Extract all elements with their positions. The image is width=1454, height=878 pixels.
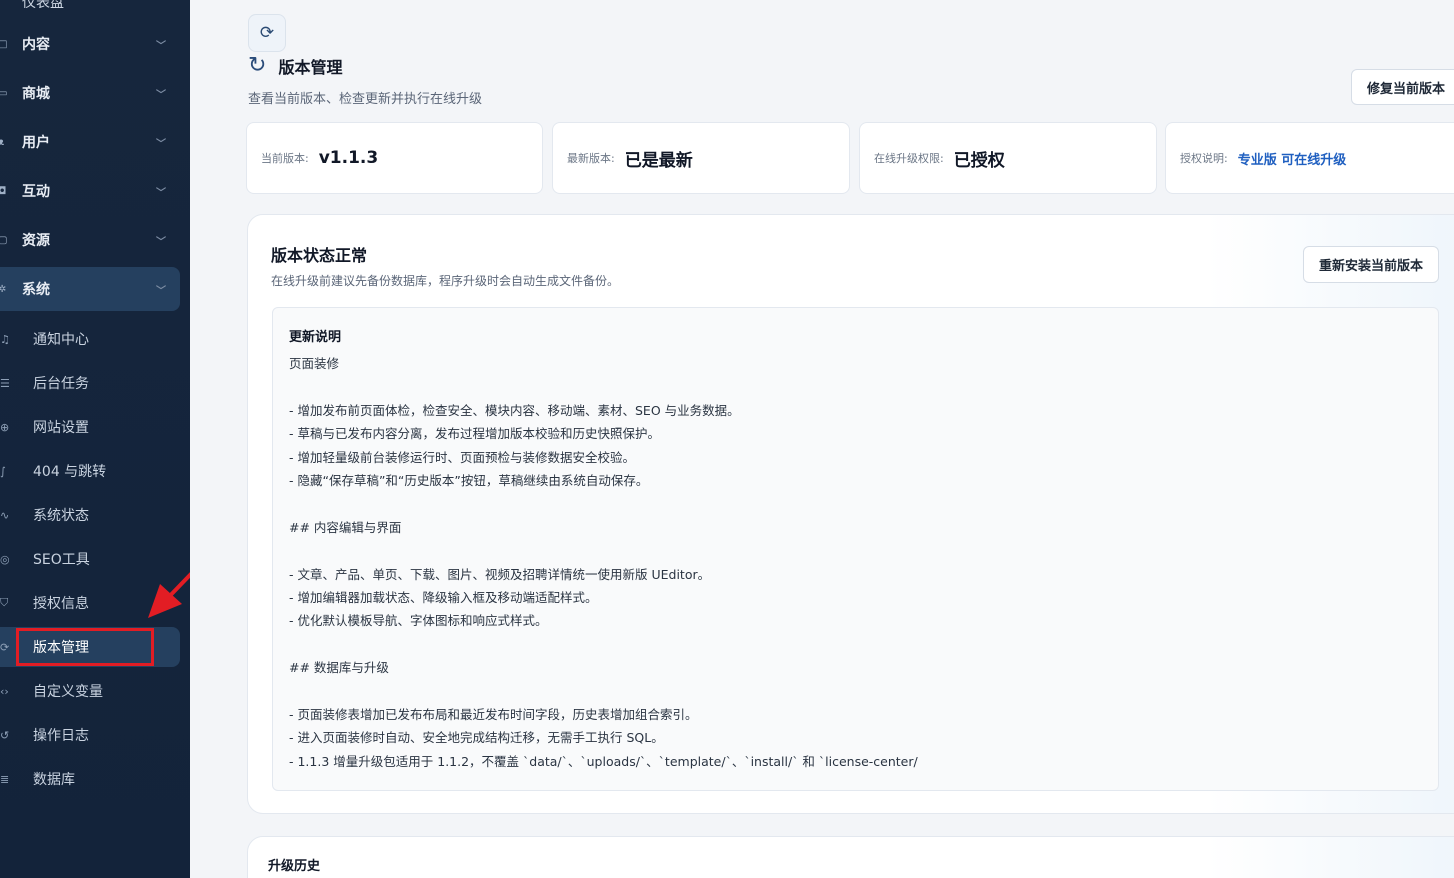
- release-note-line: - 进入页面装修时自动、安全地完成结构迁移，无需手工执行 SQL。: [289, 730, 664, 746]
- release-notes-box: 更新说明 页面装修 - 增加发布前页面体检，检查安全、模块内容、移动端、素材、SE…: [272, 307, 1439, 791]
- chevron-down-icon: ﹀: [156, 89, 166, 101]
- globe-icon: ⊕: [0, 420, 10, 434]
- sync-icon: ⟳: [0, 640, 10, 654]
- release-note-line: ## 数据库与升级: [289, 660, 389, 676]
- list-icon: ☰: [0, 376, 10, 390]
- chevron-down-icon: ﹀: [156, 138, 166, 150]
- chevron-down-icon: ﹀: [156, 187, 166, 199]
- repair-version-button[interactable]: 修复当前版本: [1351, 69, 1454, 105]
- info-card-current-version: 当前版本: v1.1.3: [246, 122, 543, 194]
- release-note-line: [289, 633, 1419, 656]
- sidebar-group-shop[interactable]: ▭ 商城 ﹀: [0, 71, 180, 115]
- info-card-latest-version: 最新版本: 已是最新: [552, 122, 850, 194]
- system-icon: ✲: [0, 283, 7, 295]
- release-note-line: - 页面装修表增加已发布布局和最近发布时间字段，历史表增加组合索引。: [289, 706, 698, 722]
- release-note-line: ## 内容编辑与界面: [289, 519, 402, 535]
- sidebar: 仪表盘 □ 内容 ﹀ ▭ 商城 ﹀ ᴥ 用户 ﹀ ◘ 互动 ﹀ ▢ 资源 ﹀ ✲…: [0, 0, 190, 878]
- release-note-line: - 增加发布前页面体检，检查安全、模块内容、移动端、素材、SEO 与业务数据。: [289, 402, 740, 418]
- release-note-line: - 优化默认模板导航、字体图标和响应式样式。: [289, 613, 548, 629]
- release-note-line: 页面装修: [289, 356, 340, 371]
- sidebar-group-interaction[interactable]: ◘ 互动 ﹀: [0, 169, 180, 213]
- sidebar-item-notifications[interactable]: ♫ 通知中心: [0, 319, 180, 359]
- page-title: 版本管理: [278, 58, 343, 77]
- info-card-upgrade-permission: 在线升级权限: 已授权: [859, 122, 1157, 194]
- page-subtitle: 查看当前版本、检查更新并执行在线升级: [248, 92, 483, 107]
- release-note-line: [289, 679, 1419, 702]
- upgrade-history-title: 升级历史: [268, 859, 321, 874]
- release-note-line: - 草稿与已发布内容分离，发布过程增加版本校验和历史快照保护。: [289, 426, 660, 442]
- release-notes-body: 页面装修 - 增加发布前页面体检，检查安全、模块内容、移动端、素材、SEO 与业务…: [289, 352, 1419, 773]
- database-icon: ≣: [0, 772, 10, 786]
- redirect-icon: ∫: [0, 464, 6, 478]
- content-icon: □: [0, 38, 8, 50]
- chevron-down-icon: ﹀: [156, 285, 166, 297]
- user-icon: ᴥ: [0, 136, 5, 148]
- main-content: ⟳ ↻ 版本管理 查看当前版本、检查更新并执行在线升级 修复当前版本 当前版本:…: [190, 0, 1454, 878]
- interaction-icon: ◘: [0, 185, 7, 197]
- release-note-line: - 增加编辑器加载状态、降级输入框及移动端适配样式。: [289, 589, 598, 605]
- release-note-line: - 隐藏“保存草稿”和“历史版本”按钮，草稿继续由系统自动保存。: [289, 472, 649, 488]
- release-note-line: [289, 492, 1419, 515]
- release-note-line: - 增加轻量级前台装修运行时、页面预检与装修数据安全校验。: [289, 449, 635, 465]
- version-sync-icon: ↻: [248, 53, 267, 78]
- status-subtitle: 在线升级前建议先备份数据库，程序升级时会自动生成文件备份。: [271, 274, 620, 288]
- sidebar-group-resource[interactable]: ▢ 资源 ﹀: [0, 218, 180, 262]
- target-icon: ◎: [0, 552, 10, 566]
- upgrade-history-panel: 升级历史: [247, 836, 1454, 878]
- sidebar-item-site-settings[interactable]: ⊕ 网站设置: [0, 407, 180, 447]
- refresh-icon: ⟳: [259, 23, 275, 43]
- release-note-line: [289, 539, 1419, 562]
- reinstall-version-button[interactable]: 重新安装当前版本: [1303, 246, 1439, 283]
- sidebar-group-user[interactable]: ᴥ 用户 ﹀: [0, 120, 180, 164]
- sidebar-item-database[interactable]: ≣ 数据库: [0, 759, 180, 799]
- bell-icon: ♫: [0, 332, 10, 346]
- code-icon: ‹›: [0, 684, 9, 698]
- sidebar-group-system[interactable]: ✲ 系统 ﹀: [0, 267, 180, 311]
- sidebar-item-dashboard[interactable]: 仪表盘: [0, 0, 190, 18]
- history-icon: ↺: [0, 728, 10, 742]
- sidebar-item-tasks[interactable]: ☰ 后台任务: [0, 363, 180, 403]
- status-title: 版本状态正常: [271, 246, 368, 265]
- version-status-panel: 版本状态正常 在线升级前建议先备份数据库，程序升级时会自动生成文件备份。 重新安…: [247, 214, 1454, 814]
- shop-icon: ▭: [0, 87, 8, 99]
- pulse-icon: ∿: [0, 508, 10, 522]
- sidebar-item-custom-vars[interactable]: ‹› 自定义变量: [0, 671, 180, 711]
- release-notes-title: 更新说明: [289, 330, 342, 345]
- release-note-line: - 1.1.3 增量升级包适用于 1.1.2，不覆盖 `data/`、`uplo…: [289, 753, 918, 769]
- chevron-down-icon: ﹀: [156, 236, 166, 248]
- refresh-button[interactable]: ⟳: [248, 14, 286, 52]
- resource-icon: ▢: [0, 234, 8, 246]
- sidebar-group-content[interactable]: □ 内容 ﹀: [0, 22, 180, 66]
- release-note-line: - 文章、产品、单页、下载、图片、视频及招聘详情统一使用新版 UEditor。: [289, 566, 711, 582]
- highlight-box: [16, 628, 154, 666]
- shield-icon: ⛉: [0, 596, 9, 609]
- sidebar-item-redirects[interactable]: ∫ 404 与跳转: [0, 451, 180, 491]
- release-note-line: [289, 375, 1419, 398]
- page-title-row: ↻ 版本管理: [248, 54, 342, 78]
- chevron-down-icon: ﹀: [156, 40, 166, 52]
- info-card-license-note: 授权说明: 专业版 可在线升级: [1165, 122, 1454, 194]
- sidebar-item-logs[interactable]: ↺ 操作日志: [0, 715, 180, 755]
